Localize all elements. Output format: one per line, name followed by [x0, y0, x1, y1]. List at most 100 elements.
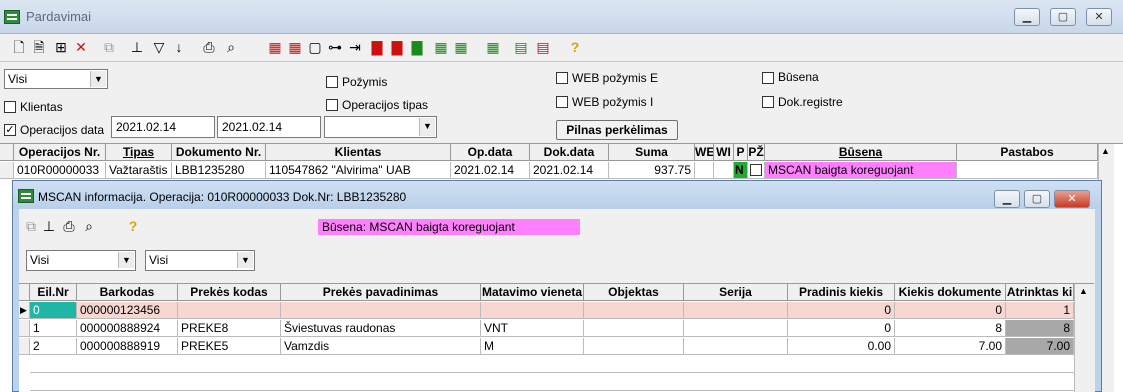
cell-pradinis-kiekis[interactable]: 0.00	[788, 338, 895, 355]
pozymis-checkbox[interactable]	[326, 76, 338, 88]
export-icon[interactable]: ▦	[432, 38, 450, 56]
link-icon[interactable]: ⊶	[326, 38, 344, 56]
operacijos-data-checkbox[interactable]: ✓	[4, 124, 16, 136]
cell-we[interactable]	[695, 162, 714, 179]
scroll-up-icon[interactable]: ▲	[1101, 146, 1110, 156]
export-icon[interactable]: ▇	[388, 38, 406, 56]
busena-checkbox[interactable]	[762, 72, 774, 84]
web-e-checkbox[interactable]	[556, 72, 568, 84]
date-from-input[interactable]: 2021.02.14	[111, 116, 215, 138]
export-icon[interactable]: ▦	[484, 38, 502, 56]
cell-eil-nr[interactable]: 1	[30, 320, 77, 337]
minimize-button[interactable]: ▁	[1014, 8, 1040, 26]
hierarchy-icon[interactable]: ⊥	[40, 217, 58, 235]
print-icon[interactable]: ⎙	[60, 217, 78, 235]
cell-dok-nr[interactable]: LBB1235280	[172, 162, 266, 179]
col-prekes-pavadinimas[interactable]: Prekės pavadinimas	[281, 284, 481, 301]
cell-prekes-pavadinimas[interactable]: Šviestuvas raudonas	[281, 320, 481, 337]
cell-pradinis-kiekis[interactable]: 0	[788, 302, 895, 319]
cell-prekes-kodas[interactable]: PREKE8	[178, 320, 281, 337]
cell-prekes-pavadinimas[interactable]: Vamzdis	[281, 338, 481, 355]
col-prekes-kodas[interactable]: Prekės kodas	[178, 284, 281, 301]
mscan-maximize-button[interactable]: ▢	[1024, 190, 1050, 208]
col-dok-data[interactable]: Dok.data	[530, 144, 609, 161]
cell-prekes-kodas[interactable]: PREKE5	[178, 338, 281, 355]
cell-suma[interactable]: 937.75	[609, 162, 695, 179]
export-icon[interactable]: ▤	[512, 38, 530, 56]
cell-pastabos[interactable]	[957, 162, 1098, 179]
cell-kiekis-dokumente[interactable]: 0	[895, 302, 1006, 319]
dok-registre-checkbox[interactable]	[762, 96, 774, 108]
mscan-scrollbar[interactable]: ▲	[1074, 284, 1094, 392]
tree-icon[interactable]: ⊞	[52, 38, 70, 56]
col-klientas[interactable]: Klientas	[266, 144, 451, 161]
cell-pz[interactable]	[748, 162, 765, 179]
chevron-down-icon[interactable]: ▼	[419, 118, 435, 136]
col-matavimo-vienetas[interactable]: Matavimo vieneta	[481, 284, 584, 301]
export-icon[interactable]: ▇	[368, 38, 386, 56]
hierarchy-icon[interactable]: ⊥	[128, 38, 146, 56]
col-operacijos-nr[interactable]: Operacijos Nr.	[14, 144, 106, 161]
cell-wi[interactable]	[714, 162, 734, 179]
mscan-filter-combo-1[interactable]: Visi ▼	[26, 250, 136, 271]
copy-icon[interactable]: ⧉	[100, 38, 118, 56]
add-icon[interactable]: ▦	[266, 38, 284, 56]
cell-kiekis-dokumente[interactable]: 7.00	[895, 338, 1006, 355]
cell-dok-data[interactable]: 2021.02.14	[530, 162, 609, 179]
print-icon[interactable]: ⎙	[200, 38, 218, 56]
doc-icon[interactable]: 🗎	[30, 38, 48, 56]
col-pz[interactable]: PŽ	[748, 144, 765, 161]
scroll-up-icon[interactable]: ▲	[1079, 286, 1088, 296]
cell-eil-nr[interactable]: 2	[30, 338, 77, 355]
cell-op-nr[interactable]: 010R00000033	[14, 162, 106, 179]
cell-barkodas[interactable]: 000000888919	[77, 338, 178, 355]
maximize-button[interactable]: ▢	[1050, 8, 1076, 26]
cell-serija[interactable]	[684, 320, 788, 337]
date-to-input[interactable]: 2021.02.14	[217, 116, 321, 138]
chevron-down-icon[interactable]: ▼	[90, 71, 106, 87]
cell-objektas[interactable]	[584, 320, 684, 337]
col-pradinis-kiekis[interactable]: Pradinis kiekis	[788, 284, 895, 301]
klientas-checkbox[interactable]	[4, 101, 16, 113]
cell-barkodas[interactable]: 000000123456	[77, 302, 178, 319]
col-busena[interactable]: Būsena	[765, 144, 957, 161]
col-atrinktas-kiekis[interactable]: Atrinktas ki	[1006, 284, 1074, 301]
move-icon[interactable]: ⇥	[346, 38, 364, 56]
col-tipas[interactable]: Tipas	[106, 144, 172, 161]
cell-objektas[interactable]	[584, 302, 684, 319]
col-kiekis-dokumente[interactable]: Kiekis dokumente	[895, 284, 1006, 301]
operacijos-tipas-checkbox[interactable]	[326, 99, 338, 111]
find-icon[interactable]: ⌕	[80, 217, 98, 235]
cell-serija[interactable]	[684, 338, 788, 355]
filter-combo[interactable]: Visi ▼	[4, 69, 108, 89]
col-we[interactable]: WE	[695, 144, 714, 161]
new-doc-icon[interactable]: 🗋	[10, 38, 28, 56]
col-pastabos[interactable]: Pastabos	[957, 144, 1098, 161]
export-icon[interactable]: ▤	[534, 38, 552, 56]
cell-matavimo-vienetas[interactable]: M	[481, 338, 584, 355]
col-op-data[interactable]: Op.data	[451, 144, 530, 161]
mscan-filter-combo-2[interactable]: Visi ▼	[145, 250, 255, 271]
filter-icon[interactable]: ▽	[150, 38, 168, 56]
mscan-close-button[interactable]: ✕	[1054, 190, 1090, 208]
col-serija[interactable]: Serija	[684, 284, 788, 301]
cell-serija[interactable]	[684, 302, 788, 319]
copy-icon[interactable]: ⧉	[22, 217, 40, 235]
col-p[interactable]: P	[734, 144, 748, 161]
cell-klientas[interactable]: 110547862 "Alvirima" UAB	[266, 162, 451, 179]
help-icon[interactable]: ?	[566, 38, 584, 56]
cell-matavimo-vienetas[interactable]: VNT	[481, 320, 584, 337]
operacijos-tipas-combo[interactable]: ▼	[324, 116, 437, 138]
col-dokumento-nr[interactable]: Dokumento Nr.	[172, 144, 266, 161]
cell-eil-nr[interactable]: 0	[30, 302, 77, 319]
pz-checkbox[interactable]	[750, 164, 762, 176]
web-i-checkbox[interactable]	[556, 96, 568, 108]
sort-icon[interactable]: ↓	[170, 38, 188, 56]
col-wi[interactable]: WI	[714, 144, 734, 161]
cell-pradinis-kiekis[interactable]: 0	[788, 320, 895, 337]
chevron-down-icon[interactable]: ▼	[237, 252, 253, 268]
help-icon[interactable]: ?	[124, 217, 142, 235]
export-icon[interactable]: ▦	[452, 38, 470, 56]
cell-atrinktas-kiekis[interactable]: 7.00	[1006, 338, 1074, 355]
cell-barkodas[interactable]: 000000888924	[77, 320, 178, 337]
